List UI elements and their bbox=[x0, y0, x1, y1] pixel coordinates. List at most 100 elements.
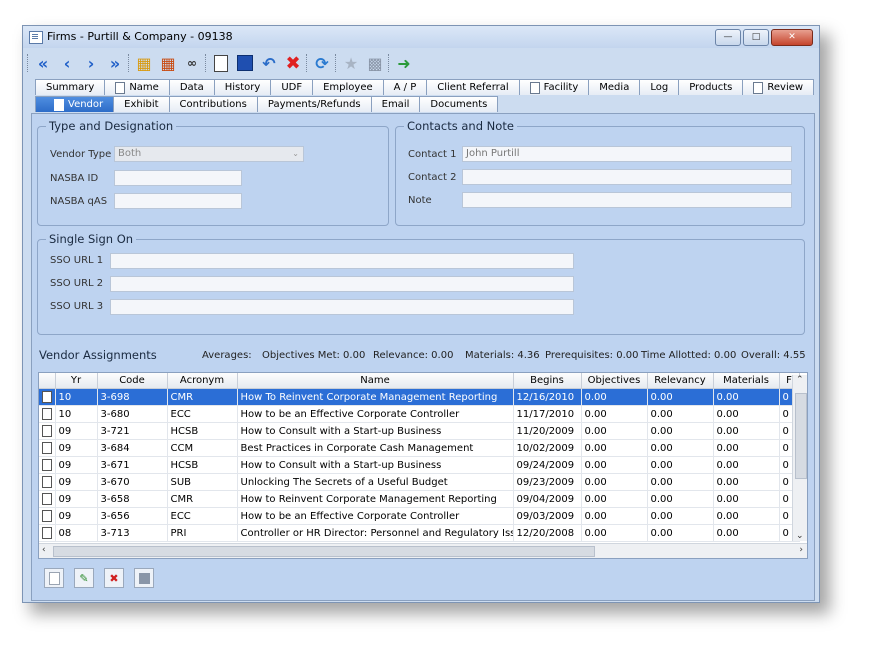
cell-materials[interactable]: 0.00 bbox=[713, 490, 780, 508]
cell-name[interactable]: Best Practices in Corporate Cash Managem… bbox=[237, 439, 514, 457]
first-record-icon[interactable]: « bbox=[32, 52, 54, 74]
column-header-materials[interactable]: Materials bbox=[713, 373, 780, 389]
cell-materials[interactable]: 0.00 bbox=[713, 405, 780, 423]
tab-facility[interactable]: Facility bbox=[518, 79, 590, 95]
table-row[interactable]: 10 3-698 CMR How To Reinvent Corporate Mana… bbox=[39, 388, 800, 406]
sso-url1-field[interactable] bbox=[110, 253, 574, 269]
sso-url2-field[interactable] bbox=[110, 276, 574, 292]
cell-materials[interactable]: 0.00 bbox=[713, 456, 780, 474]
table-row[interactable]: 09 3-656 ECC How to be an Effective Corpora… bbox=[39, 507, 800, 525]
cell-acronym[interactable]: SUB bbox=[167, 473, 238, 491]
cell-yr[interactable]: 09 bbox=[55, 507, 98, 525]
tab-contributions[interactable]: Contributions bbox=[168, 96, 258, 112]
contact2-field[interactable] bbox=[462, 169, 792, 185]
cell-name[interactable]: How To Reinvent Corporate Management Rep… bbox=[237, 388, 514, 406]
cell-materials[interactable]: 0.00 bbox=[713, 439, 780, 457]
cell-objectives[interactable]: 0.00 bbox=[581, 405, 648, 423]
scroll-right-icon[interactable]: › bbox=[799, 545, 803, 555]
cell-code[interactable]: 3-658 bbox=[97, 490, 168, 508]
open-folder-icon[interactable]: ▦ bbox=[157, 52, 179, 74]
cell-code[interactable]: 3-713 bbox=[97, 524, 168, 542]
star-icon[interactable]: ★ bbox=[340, 52, 362, 74]
tab-exhibit[interactable]: Exhibit bbox=[113, 96, 170, 112]
cell-acronym[interactable]: ECC bbox=[167, 507, 238, 525]
save-record-button[interactable] bbox=[134, 568, 154, 588]
minimize-button[interactable]: — bbox=[715, 29, 741, 46]
cell-begins[interactable]: 09/03/2009 bbox=[513, 507, 582, 525]
note-field[interactable] bbox=[462, 192, 792, 208]
tab-name[interactable]: Name bbox=[104, 79, 170, 95]
cell-objectives[interactable]: 0.00 bbox=[581, 439, 648, 457]
cell-objectives[interactable]: 0.00 bbox=[581, 507, 648, 525]
cell-materials[interactable]: 0.00 bbox=[713, 524, 780, 542]
cell-yr[interactable]: 09 bbox=[55, 473, 98, 491]
cell-code[interactable]: 3-721 bbox=[97, 422, 168, 440]
tab-employee[interactable]: Employee bbox=[312, 79, 384, 95]
cell-yr[interactable]: 09 bbox=[55, 422, 98, 440]
horizontal-scroll-thumb[interactable] bbox=[53, 546, 595, 557]
column-header-name[interactable]: Name bbox=[237, 373, 514, 389]
cell-relevancy[interactable]: 0.00 bbox=[647, 490, 714, 508]
cell-yr[interactable]: 09 bbox=[55, 490, 98, 508]
cell-yr[interactable]: 09 bbox=[55, 439, 98, 457]
cell-relevancy[interactable]: 0.00 bbox=[647, 439, 714, 457]
cell-begins[interactable]: 11/20/2009 bbox=[513, 422, 582, 440]
tab-ap[interactable]: A / P bbox=[382, 79, 428, 95]
table-row[interactable]: 08 3-713 PRI Controller or HR Director: Per… bbox=[39, 524, 800, 542]
table-row[interactable]: 09 3-684 CCM Best Practices in Corporate Ca… bbox=[39, 439, 800, 457]
cell-yr[interactable]: 08 bbox=[55, 524, 98, 542]
add-record-button[interactable] bbox=[44, 568, 64, 588]
table-row[interactable]: 09 3-658 CMR How to Reinvent Corporate Mana… bbox=[39, 490, 800, 508]
cell-code[interactable]: 3-680 bbox=[97, 405, 168, 423]
scroll-left-icon[interactable]: ‹ bbox=[42, 545, 46, 555]
nasba-qas-field[interactable] bbox=[114, 193, 242, 209]
glasses-icon[interactable]: ∞ bbox=[181, 52, 203, 74]
cell-acronym[interactable]: HCSB bbox=[167, 456, 238, 474]
nasba-id-field[interactable] bbox=[114, 170, 242, 186]
vertical-scroll-thumb[interactable] bbox=[795, 393, 807, 479]
tab-email[interactable]: Email bbox=[370, 96, 421, 112]
cell-acronym[interactable]: ECC bbox=[167, 405, 238, 423]
tab-payments-refunds[interactable]: Payments/Refunds bbox=[256, 96, 372, 112]
cell-name[interactable]: How to Reinvent Corporate Management Rep… bbox=[237, 490, 514, 508]
cell-relevancy[interactable]: 0.00 bbox=[647, 507, 714, 525]
tab-data[interactable]: Data bbox=[168, 79, 215, 95]
refresh-icon[interactable]: ⟳ bbox=[311, 52, 333, 74]
column-header-begins[interactable]: Begins bbox=[513, 373, 582, 389]
cell-name[interactable]: How to Consult with a Start-up Business bbox=[237, 422, 514, 440]
cell-yr[interactable]: 10 bbox=[55, 405, 98, 423]
tab-media[interactable]: Media bbox=[588, 79, 641, 95]
cell-code[interactable]: 3-656 bbox=[97, 507, 168, 525]
cell-code[interactable]: 3-670 bbox=[97, 473, 168, 491]
delete-record-button[interactable]: ✖ bbox=[104, 568, 124, 588]
tab-documents[interactable]: Documents bbox=[419, 96, 499, 112]
new-document-icon[interactable] bbox=[210, 52, 232, 74]
column-header-icon[interactable] bbox=[39, 373, 56, 389]
cell-objectives[interactable]: 0.00 bbox=[581, 422, 648, 440]
cell-relevancy[interactable]: 0.00 bbox=[647, 422, 714, 440]
column-header-yr[interactable]: Yr bbox=[55, 373, 98, 389]
cell-relevancy[interactable]: 0.00 bbox=[647, 524, 714, 542]
cell-begins[interactable]: 11/17/2010 bbox=[513, 405, 582, 423]
cell-materials[interactable]: 0.00 bbox=[713, 422, 780, 440]
cell-begins[interactable]: 10/02/2009 bbox=[513, 439, 582, 457]
book-icon[interactable]: ▦ bbox=[133, 52, 155, 74]
cell-materials[interactable]: 0.00 bbox=[713, 507, 780, 525]
horizontal-scrollbar[interactable]: ‹ › bbox=[39, 543, 807, 558]
cell-relevancy[interactable]: 0.00 bbox=[647, 405, 714, 423]
tab-udf[interactable]: UDF bbox=[270, 79, 314, 95]
sso-url3-field[interactable] bbox=[110, 299, 574, 315]
cell-acronym[interactable]: PRI bbox=[167, 524, 238, 542]
cell-begins[interactable]: 12/16/2010 bbox=[513, 388, 582, 406]
cell-relevancy[interactable]: 0.00 bbox=[647, 388, 714, 406]
next-record-icon[interactable]: › bbox=[80, 52, 102, 74]
cell-objectives[interactable]: 0.00 bbox=[581, 490, 648, 508]
cell-name[interactable]: Unlocking The Secrets of a Useful Budget bbox=[237, 473, 514, 491]
vendor-type-select[interactable]: Both ⌄ bbox=[114, 146, 304, 162]
cell-relevancy[interactable]: 0.00 bbox=[647, 456, 714, 474]
maximize-button[interactable]: □ bbox=[743, 29, 769, 46]
vertical-scrollbar[interactable]: ⌃ ⌄ bbox=[792, 375, 807, 541]
cell-begins[interactable]: 12/20/2008 bbox=[513, 524, 582, 542]
tab-vendor[interactable]: Vendor bbox=[35, 96, 115, 112]
cell-materials[interactable]: 0.00 bbox=[713, 473, 780, 491]
